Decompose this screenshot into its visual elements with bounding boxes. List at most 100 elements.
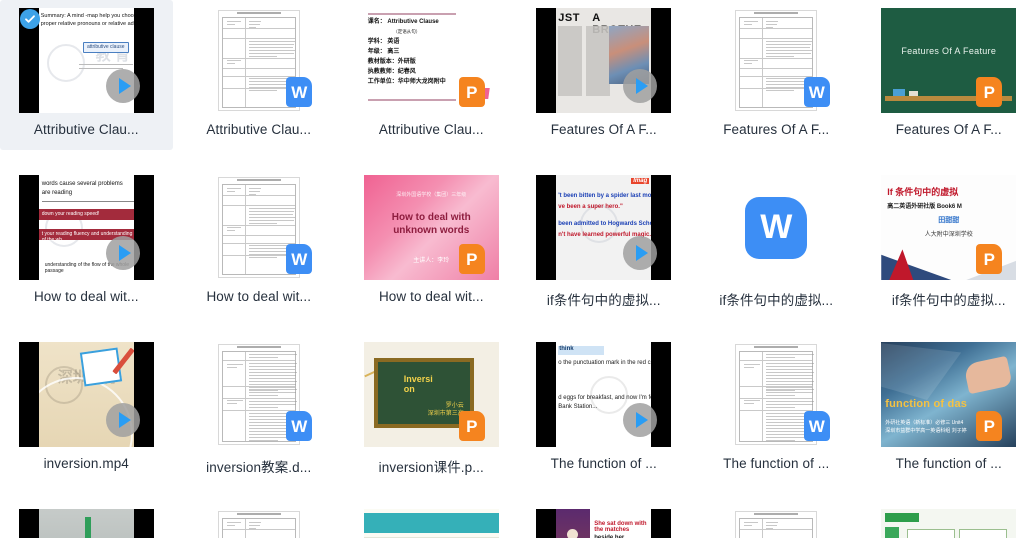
powerpoint-file-badge-icon: P <box>459 77 485 107</box>
file-thumbnail[interactable]: function of das 外研社英语（新标准）必修三 Unit4深圳市益群… <box>881 342 1016 447</box>
file-name-label: Features Of A F... <box>873 122 1025 137</box>
watermark-icon <box>47 44 85 82</box>
file-card[interactable]: Imag 't been bitten by a spider last mov… <box>518 167 691 317</box>
file-card[interactable]: Winversion教案.d... <box>173 334 346 484</box>
file-name-label: Features Of A F... <box>700 122 852 137</box>
file-name-label: The function of ... <box>528 456 680 471</box>
powerpoint-file-badge-icon: P <box>459 411 485 441</box>
file-thumbnail[interactable]: W <box>191 175 326 280</box>
file-thumbnail[interactable]: W <box>709 8 844 113</box>
file-name-label: if条件句中的虚拟... <box>873 289 1025 309</box>
file-name-label: Features Of A F... <box>528 122 680 137</box>
spreadsheet-preview <box>364 509 499 538</box>
chip-label: attributive clause <box>83 42 129 53</box>
file-thumbnail[interactable]: 教 育 Summary: A mind -map help you choose… <box>19 8 154 113</box>
file-name-label: inversion教案.d... <box>183 456 335 476</box>
slide-preview: • Extreme, the ‘others’ force • Extreme,… <box>881 509 1016 538</box>
file-name-label: How to deal wit... <box>10 289 162 304</box>
file-thumbnail[interactable]: W <box>191 8 326 113</box>
file-thumbnail[interactable] <box>709 509 844 538</box>
file-name-label: inversion.mp4 <box>10 456 162 471</box>
file-card[interactable]: W Features Of A F... <box>690 0 863 150</box>
file-name-label: The function of ... <box>700 456 852 471</box>
powerpoint-file-badge-icon: P <box>459 244 485 274</box>
file-thumbnail[interactable] <box>191 509 326 538</box>
word-file-badge-icon: W <box>286 77 312 107</box>
file-thumbnail[interactable]: 深圳教育 <box>19 342 154 447</box>
thumbnail-image: kind of information can be contained ? <box>19 509 154 538</box>
word-file-badge-icon: W <box>286 411 312 441</box>
file-thumbnail[interactable]: She sat down with the matchesbeside her.… <box>536 509 671 538</box>
thumbnail-image <box>191 509 326 538</box>
document-page-preview <box>218 511 300 538</box>
file-card[interactable]: Wif条件句中的虚拟... <box>690 167 863 317</box>
file-card[interactable]: She sat down with the matchesbeside her.… <box>518 501 691 538</box>
file-thumbnail[interactable]: words cause several problemsare reading … <box>19 175 154 280</box>
file-thumbnail[interactable]: kind of information can be contained ? <box>19 509 154 538</box>
file-card[interactable]: • Extreme, the ‘others’ force • Extreme,… <box>863 501 1035 538</box>
file-card[interactable]: words cause several problemsare reading … <box>0 167 173 317</box>
thumbnail-image <box>364 509 499 538</box>
file-card[interactable]: W How to deal wit... <box>173 167 346 317</box>
file-card[interactable]: Inversion 罗小云深圳市第三高 P inversion课件.p... <box>345 334 518 484</box>
file-thumbnail[interactable]: think o the punctuation mark in the red … <box>536 342 671 447</box>
file-thumbnail[interactable] <box>364 509 499 538</box>
file-card[interactable] <box>173 501 346 538</box>
file-card[interactable]: If 条件句中的虚拟 高二英语外研社版 Book6 M 田甜甜 人大附中深圳学校… <box>863 167 1035 317</box>
document-page-preview <box>735 511 817 538</box>
play-icon[interactable] <box>106 403 140 437</box>
file-name-label: Attributive Clau... <box>10 122 162 137</box>
word-file-badge-icon: W <box>804 77 830 107</box>
file-thumbnail[interactable]: Features Of A Feature P <box>881 8 1016 113</box>
play-icon[interactable] <box>623 69 657 103</box>
thumbnail-image: W <box>709 175 844 280</box>
word-file-badge-icon: W <box>286 244 312 274</box>
file-card[interactable]: kind of information can be contained ? <box>0 501 173 538</box>
powerpoint-file-badge-icon: P <box>976 244 1002 274</box>
file-name-label: How to deal wit... <box>355 289 507 304</box>
file-name-label: Attributive Clau... <box>355 122 507 137</box>
play-icon[interactable] <box>623 403 657 437</box>
file-thumbnail[interactable]: Inversion 罗小云深圳市第三高 P <box>364 342 499 447</box>
file-thumbnail[interactable]: Imag 't been bitten by a spider last mov… <box>536 175 671 280</box>
file-thumbnail[interactable]: 深圳外国语学校（集团）三年级 How to deal withunknown w… <box>364 175 499 280</box>
file-grid[interactable]: 教 育 Summary: A mind -map help you choose… <box>0 0 1035 538</box>
file-card[interactable] <box>345 501 518 538</box>
video-preview: kind of information can be contained ? <box>39 509 134 538</box>
file-thumbnail[interactable]: • Extreme, the ‘others’ force • Extreme,… <box>881 509 1016 538</box>
file-thumbnail[interactable]: If 条件句中的虚拟 高二英语外研社版 Book6 M 田甜甜 人大附中深圳学校… <box>881 175 1016 280</box>
file-card[interactable]: 深圳教育 inversion.mp4 <box>0 334 173 484</box>
play-icon[interactable] <box>623 236 657 270</box>
slide-preview: She sat down with the matchesbeside her.… <box>556 509 651 538</box>
file-name-label: How to deal wit... <box>183 289 335 304</box>
file-card[interactable]: think o the punctuation mark in the red … <box>518 334 691 484</box>
file-card[interactable]: function of das 外研社英语（新标准）必修三 Unit4深圳市益群… <box>863 334 1035 484</box>
powerpoint-file-badge-icon: P <box>976 77 1002 107</box>
file-card[interactable]: JST A BROTHE Features Of A F... <box>518 0 691 150</box>
file-card[interactable]: 深圳外国语学校（集团）三年级 How to deal withunknown w… <box>345 167 518 317</box>
word-file-badge-icon: W <box>804 411 830 441</box>
play-icon[interactable] <box>106 69 140 103</box>
file-thumbnail[interactable]: W <box>709 175 844 280</box>
thumbnail-image: • Extreme, the ‘others’ force • Extreme,… <box>881 509 1016 538</box>
file-card[interactable]: 教 育 Summary: A mind -map help you choose… <box>0 0 173 150</box>
play-icon[interactable] <box>106 236 140 270</box>
file-thumbnail[interactable]: W <box>709 342 844 447</box>
file-card[interactable]: W Attributive Clau... <box>173 0 346 150</box>
file-thumbnail[interactable]: W <box>191 342 326 447</box>
file-name-label: The function of ... <box>873 456 1025 471</box>
file-thumbnail[interactable]: JST A BROTHE <box>536 8 671 113</box>
file-name-label: if条件句中的虚拟... <box>700 289 852 309</box>
file-name-label: inversion课件.p... <box>355 456 507 476</box>
word-file-icon-large: W <box>709 175 844 280</box>
file-card[interactable]: 课名： Attributive Clause（定语从句） 学科： 英语年级： 高… <box>345 0 518 150</box>
file-thumbnail[interactable]: 课名： Attributive Clause（定语从句） 学科： 英语年级： 高… <box>364 8 499 113</box>
file-card[interactable]: Features Of A Feature P Features Of A F..… <box>863 0 1035 150</box>
file-card[interactable] <box>690 501 863 538</box>
selected-check-icon[interactable] <box>20 9 40 29</box>
thumbnail-image <box>709 509 844 538</box>
file-name-label: Attributive Clau... <box>183 122 335 137</box>
powerpoint-file-badge-icon: P <box>976 411 1002 441</box>
thumbnail-image: She sat down with the matchesbeside her.… <box>536 509 671 538</box>
file-card[interactable]: W The function of ... <box>690 334 863 484</box>
